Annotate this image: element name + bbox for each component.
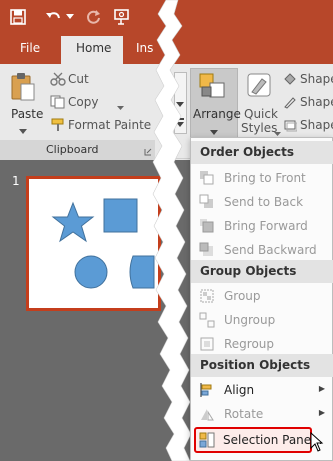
bring-forward-icon (198, 217, 216, 235)
paste-dropdown-icon[interactable] (19, 124, 27, 137)
square-shape[interactable] (103, 198, 138, 233)
redo-icon[interactable] (84, 7, 104, 27)
menu-item-bring-forward[interactable]: Bring Forward (191, 214, 333, 238)
clipboard-group-label: Clipboard (46, 143, 99, 156)
copy-icon (50, 95, 66, 112)
tab-file[interactable]: File (20, 41, 40, 55)
arrange-dropdown-menu: Order Objects Bring to Front Send to Bac… (190, 137, 333, 461)
copy-dropdown-icon[interactable] (117, 100, 124, 113)
menu-item-send-to-back[interactable]: Send to Back (191, 190, 333, 214)
send-backward-icon (198, 241, 216, 259)
menu-item-rotate[interactable]: Rotate ▶ (191, 402, 333, 426)
shape-outline-button[interactable]: Shape (300, 95, 333, 109)
ungroup-icon (198, 311, 216, 329)
cut-button[interactable]: Cut (68, 72, 89, 86)
group-icon (198, 287, 216, 305)
menu-header-position: Position Objects (191, 354, 333, 377)
align-submenu-arrow-icon: ▶ (318, 384, 325, 393)
quick-styles-label-1[interactable]: Quick (244, 107, 278, 121)
menu-item-align[interactable]: Align ▶ (191, 378, 333, 402)
menu-header-order: Order Objects (191, 141, 333, 164)
star-shape[interactable] (51, 201, 95, 243)
torn-page-edge (152, 0, 192, 461)
menu-header-group: Group Objects (191, 260, 333, 283)
shape-outline-icon (283, 95, 297, 112)
arrange-label: Arrange (193, 107, 241, 121)
format-painter-icon (50, 118, 66, 135)
arrange-icon (198, 72, 228, 103)
shape-fill-icon (283, 72, 297, 89)
quick-styles-label-2[interactable]: Styles (241, 121, 277, 135)
rotate-icon (198, 405, 216, 423)
menu-item-ungroup[interactable]: Ungroup (191, 308, 333, 332)
bring-to-front-icon (198, 169, 216, 187)
mouse-cursor-icon (310, 431, 324, 455)
undo-icon[interactable] (44, 7, 64, 27)
selection-pane-icon (199, 431, 215, 449)
paste-icon[interactable] (10, 72, 36, 105)
tab-home-label[interactable]: Home (76, 41, 111, 55)
paste-button[interactable]: Paste (11, 107, 43, 121)
copy-button[interactable]: Copy (68, 95, 98, 109)
shape-fill-button[interactable]: Shape (300, 72, 333, 86)
slide-number: 1 (12, 174, 20, 188)
quick-styles-icon (246, 72, 272, 103)
rotate-submenu-arrow-icon: ▶ (318, 408, 325, 417)
slideshow-icon[interactable] (112, 7, 132, 27)
shape-effects-button[interactable]: Shape (300, 118, 333, 132)
shape-effects-icon (283, 118, 298, 135)
slide-thumbnail[interactable] (26, 176, 161, 311)
menu-item-regroup[interactable]: Regroup (191, 332, 333, 356)
save-icon[interactable] (8, 7, 28, 27)
menu-item-send-backward[interactable]: Send Backward (191, 238, 333, 262)
align-icon (198, 381, 216, 399)
slide-shapes (51, 198, 155, 289)
scissors-icon (50, 72, 66, 89)
send-to-back-icon (198, 193, 216, 211)
menu-item-bring-to-front[interactable]: Bring to Front (191, 166, 333, 190)
undo-dropdown-icon[interactable] (65, 7, 75, 27)
regroup-icon (198, 335, 216, 353)
menu-item-group[interactable]: Group (191, 284, 333, 308)
menu-item-selection-pane[interactable]: Selection Pane... (194, 427, 323, 453)
circle-shape[interactable] (74, 255, 108, 289)
format-painter-button[interactable]: Format Painte (68, 118, 151, 132)
